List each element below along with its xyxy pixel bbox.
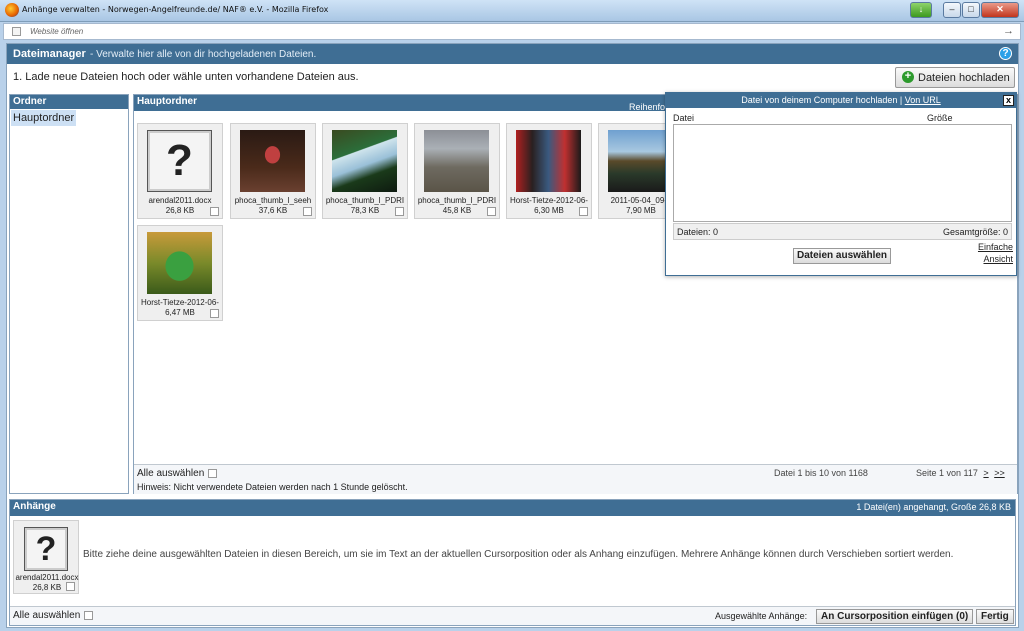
attachments-panel: Anhänge 1 Datei(en) angehangt, Große 26,…: [9, 499, 1016, 626]
file-name: phoca_thumb_l_seeh: [234, 196, 312, 205]
minimize-button[interactable]: –: [943, 2, 961, 18]
window-title: Anhänge verwalten - Norwegen-Angelfreund…: [22, 5, 329, 14]
attachments-help-text: Bitte ziehe deine ausgewählten Dateien i…: [83, 549, 954, 560]
attachment-tile[interactable]: ? arendal2011.docx 26,8 KB: [13, 520, 79, 594]
file-name: arendal2011.docx: [148, 196, 212, 205]
file-tile[interactable]: phoca_thumb_l_seeh 37,6 KB: [230, 123, 316, 219]
photo-thumbnail: [516, 130, 581, 192]
file-count: Datei 1 bis 10 von 1168: [774, 468, 868, 478]
file-tile[interactable]: phoca_thumb_l_PDRI 78,3 KB: [322, 123, 408, 219]
attachments-select-all-label: Alle auswählen: [13, 610, 81, 621]
attachments-info: 1 Datei(en) angehangt, Große 26,8 KB: [856, 502, 1011, 512]
address-bar[interactable]: Website öffnen →: [3, 23, 1021, 40]
attachments-select-all[interactable]: Alle auswählen: [13, 610, 94, 621]
pagination: Seite 1 von 117 > >>: [916, 468, 1005, 478]
photo-thumbnail: [424, 130, 489, 192]
folder-panel-heading: Ordner: [10, 95, 128, 109]
file-tile[interactable]: ? arendal2011.docx 26,8 KB: [137, 123, 223, 219]
go-arrow-icon[interactable]: →: [1003, 25, 1014, 37]
help-icon[interactable]: ?: [999, 47, 1012, 60]
simple-view-label-2: Ansicht: [983, 254, 1013, 264]
last-page-link[interactable]: >>: [994, 468, 1005, 478]
site-identity-icon[interactable]: [12, 27, 21, 36]
next-page-link[interactable]: >: [983, 468, 988, 478]
upload-dialog-title: Datei von deinem Computer hochladen |: [741, 95, 903, 105]
attachment-name: arendal2011.docx: [15, 573, 79, 582]
file-checkbox[interactable]: [210, 207, 219, 216]
choose-files-button[interactable]: Dateien auswählen: [793, 248, 892, 264]
file-checkbox[interactable]: [579, 207, 588, 216]
file-size: 78,3 KB: [350, 206, 380, 215]
file-checkbox[interactable]: [487, 207, 496, 216]
instruction-text: 1. Lade neue Dateien hoch oder wähle unt…: [13, 71, 359, 83]
file-tile[interactable]: Horst-Tietze-2012-06- 6,47 MB: [137, 225, 223, 321]
file-size: 26,8 KB: [165, 206, 195, 215]
file-size: 6,47 MB: [165, 308, 195, 317]
upload-files-button[interactable]: + Dateien hochladen: [895, 67, 1015, 88]
upload-dialog-header: Datei von deinem Computer hochladen | Vo…: [666, 93, 1016, 108]
photo-thumbnail: [240, 130, 305, 192]
page-header: Dateimanager - Verwalte hier alle von di…: [7, 44, 1018, 64]
file-size: 6,30 MB: [534, 206, 564, 215]
folder-item-hauptordner[interactable]: Hauptordner: [11, 110, 77, 126]
selected-attachments-label: Ausgewählte Anhänge:: [715, 611, 808, 621]
attachment-checkbox[interactable]: [66, 582, 75, 591]
photo-thumbnail: [332, 130, 397, 192]
file-name: phoca_thumb_l_PDRI: [325, 196, 405, 205]
file-name: Horst-Tietze-2012-06-: [141, 298, 219, 307]
file-column-header: Datei: [673, 113, 695, 123]
upload-summary: Dateien: 0 Gesamtgröße: 0: [673, 223, 1012, 240]
done-button[interactable]: Fertig: [976, 609, 1014, 624]
select-all-label: Alle auswählen: [137, 468, 205, 479]
upload-files-count: Dateien: 0: [677, 227, 719, 237]
window-titlebar: Anhänge verwalten - Norwegen-Angelfreund…: [0, 0, 1024, 22]
simple-view-link[interactable]: Einfache Ansicht: [978, 241, 1013, 265]
unknown-file-icon: ?: [24, 527, 68, 571]
file-size: 37,6 KB: [258, 206, 288, 215]
page-indicator: Seite 1 von 117: [916, 468, 978, 478]
maximize-button[interactable]: □: [962, 2, 980, 18]
simple-view-label-1: Einfache: [977, 242, 1013, 252]
unknown-file-icon: ?: [147, 130, 212, 192]
file-checkbox[interactable]: [303, 207, 312, 216]
close-window-button[interactable]: ✕: [981, 2, 1019, 18]
file-grid-footer: Alle auswählen Hinweis: Nicht verwendete…: [134, 464, 1017, 494]
sort-label[interactable]: Reihenfo: [629, 102, 665, 112]
file-checkbox[interactable]: [210, 309, 219, 318]
plus-icon: +: [902, 71, 914, 83]
address-text: Website öffnen: [30, 27, 84, 36]
page-title: Dateimanager: [13, 48, 86, 60]
file-tile[interactable]: phoca_thumb_l_PDRI 45,8 KB: [414, 123, 500, 219]
attachments-heading: Anhänge 1 Datei(en) angehangt, Große 26,…: [10, 500, 1015, 516]
page-subtitle: - Verwalte hier alle von dir hochgeladen…: [90, 49, 317, 60]
attachments-select-all-checkbox[interactable]: [84, 610, 94, 620]
file-manager-page: Dateimanager - Verwalte hier alle von di…: [6, 43, 1019, 628]
select-all-checkbox[interactable]: [208, 468, 218, 478]
file-name: Horst-Tietze-2012-06-: [510, 196, 588, 205]
select-all[interactable]: Alle auswählen: [137, 468, 218, 479]
photo-thumbnail: [147, 232, 212, 294]
upload-files-label: Dateien hochladen: [918, 72, 1010, 84]
upload-dialog: Datei von deinem Computer hochladen | Vo…: [665, 92, 1017, 276]
upload-file-list[interactable]: [673, 124, 1012, 222]
file-size: 45,8 KB: [442, 206, 472, 215]
from-url-link[interactable]: Von URL: [905, 95, 941, 105]
size-column-header: Größe: [927, 113, 953, 123]
file-checkbox[interactable]: [395, 207, 404, 216]
file-tile[interactable]: Horst-Tietze-2012-06- 6,30 MB: [506, 123, 592, 219]
deletion-hint: Hinweis: Nicht verwendete Dateien werden…: [137, 482, 408, 492]
addon-button[interactable]: ↓: [910, 2, 932, 18]
firefox-icon: [5, 3, 19, 17]
upload-total-size: Gesamtgröße: 0: [942, 227, 1008, 237]
folder-panel: Ordner Hauptordner: [9, 94, 129, 494]
file-name: phoca_thumb_l_PDRI: [417, 196, 497, 205]
attachments-title: Anhänge: [13, 501, 56, 512]
close-icon[interactable]: x: [1003, 95, 1014, 106]
attachments-footer: Alle auswählen Ausgewählte Anhänge: An C…: [10, 606, 1015, 625]
insert-at-cursor-button[interactable]: An Cursorposition einfügen (0): [816, 609, 974, 624]
photo-thumbnail: [608, 130, 673, 192]
